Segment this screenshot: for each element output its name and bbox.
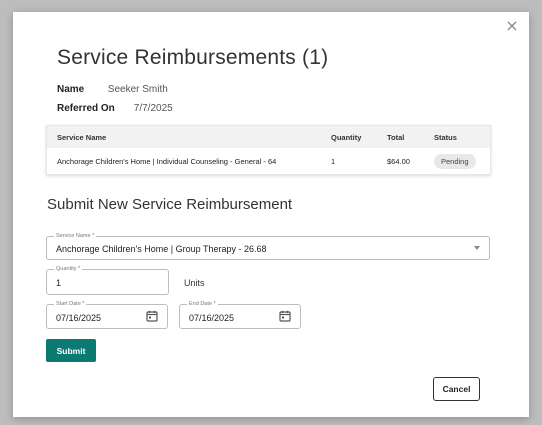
calendar-icon[interactable]: [146, 310, 158, 322]
referred-on-row: Referred On 7/7/2025: [57, 103, 173, 114]
client-name-row: Name Seeker Smith: [57, 84, 168, 95]
dialog-title: Service Reimbursements (1): [57, 46, 329, 69]
quantity-label: Quantity *: [54, 265, 83, 273]
quantity-field[interactable]: Quantity * 1: [46, 265, 169, 295]
start-date-label: Start Date *: [54, 300, 87, 308]
table-header: Service Name Quantity Total Status: [47, 126, 490, 148]
end-date-label: End Date *: [187, 300, 218, 308]
referred-on-value: 7/7/2025: [133, 103, 173, 114]
calendar-icon[interactable]: [279, 310, 291, 322]
referred-on-label: Referred On: [57, 103, 115, 114]
chevron-down-icon[interactable]: [474, 246, 480, 250]
name-value: Seeker Smith: [107, 84, 168, 95]
table-row: Anchorage Children's Home | Individual C…: [47, 148, 490, 175]
header-total[interactable]: Total: [387, 126, 404, 148]
service-reimbursements-dialog: × Service Reimbursements (1) Name Seeker…: [13, 12, 529, 417]
service-name-select[interactable]: Service Name * Anchorage Children's Home…: [46, 232, 490, 260]
cell-total: $64.00: [387, 157, 410, 166]
cell-quantity: 1: [331, 157, 336, 166]
name-label: Name: [57, 84, 85, 95]
section-title: Submit New Service Reimbursement: [47, 196, 293, 213]
units-label: Units: [184, 278, 205, 288]
start-date-field[interactable]: Start Date * 07/16/2025: [46, 300, 168, 329]
close-icon[interactable]: ×: [504, 18, 520, 34]
header-status[interactable]: Status: [434, 126, 457, 148]
header-quantity[interactable]: Quantity: [331, 126, 361, 148]
end-date-value: 07/16/2025: [189, 313, 235, 323]
reimbursements-table: Service Name Quantity Total Status Ancho…: [46, 125, 491, 175]
cell-service-name: Anchorage Children's Home | Individual C…: [57, 157, 277, 166]
quantity-value: 1: [56, 278, 62, 288]
submit-button[interactable]: Submit: [46, 339, 96, 362]
start-date-value: 07/16/2025: [56, 313, 102, 323]
status-badge: Pending: [434, 154, 476, 169]
cell-status: Pending: [434, 148, 476, 175]
service-name-value: Anchorage Children's Home | Group Therap…: [56, 244, 267, 254]
service-name-label: Service Name *: [54, 232, 97, 240]
end-date-field[interactable]: End Date * 07/16/2025: [179, 300, 301, 329]
cancel-button[interactable]: Cancel: [433, 377, 480, 401]
header-service-name[interactable]: Service Name: [57, 126, 106, 148]
